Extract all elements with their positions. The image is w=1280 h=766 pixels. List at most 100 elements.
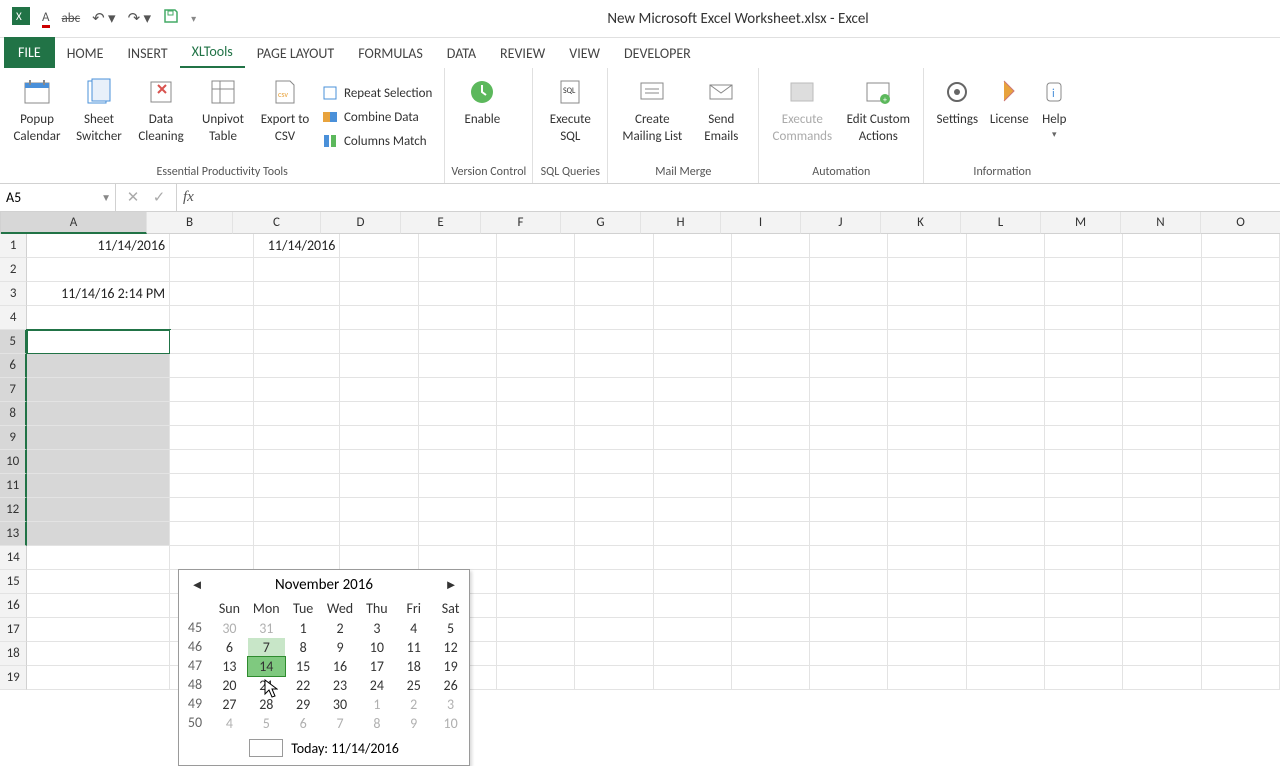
- cell-C7[interactable]: [254, 378, 340, 402]
- cell-F7[interactable]: [497, 378, 575, 402]
- cell-I6[interactable]: [732, 354, 810, 378]
- cell-L4[interactable]: [967, 306, 1045, 330]
- row-header-2[interactable]: 2: [0, 258, 27, 282]
- cell-L13[interactable]: [967, 522, 1045, 546]
- cell-L7[interactable]: [967, 378, 1045, 402]
- cell-H13[interactable]: [654, 522, 732, 546]
- cell-J18[interactable]: [810, 642, 888, 666]
- cell-D11[interactable]: [340, 474, 418, 498]
- cell-N12[interactable]: [1123, 498, 1201, 522]
- cell-A3[interactable]: 11/14/16 2:14 PM: [27, 282, 170, 306]
- save-icon[interactable]: [163, 8, 179, 29]
- row-header-12[interactable]: 12: [0, 498, 27, 522]
- cell-K2[interactable]: [888, 258, 966, 282]
- cell-H14[interactable]: [654, 546, 732, 570]
- cell-B5[interactable]: [170, 330, 254, 354]
- cell-H6[interactable]: [654, 354, 732, 378]
- cell-H16[interactable]: [654, 594, 732, 618]
- cell-I10[interactable]: [732, 450, 810, 474]
- cell-C4[interactable]: [254, 306, 340, 330]
- cell-E13[interactable]: [419, 522, 497, 546]
- cell-N10[interactable]: [1123, 450, 1201, 474]
- column-header-L[interactable]: L: [961, 212, 1041, 234]
- calendar-day[interactable]: 27: [211, 695, 248, 714]
- tab-insert[interactable]: INSERT: [116, 39, 180, 68]
- cell-K16[interactable]: [888, 594, 966, 618]
- cell-N9[interactable]: [1123, 426, 1201, 450]
- cell-I19[interactable]: [732, 666, 810, 690]
- cell-A6[interactable]: [27, 354, 170, 378]
- cell-H9[interactable]: [654, 426, 732, 450]
- row-header-5[interactable]: 5: [0, 330, 27, 354]
- cell-J5[interactable]: [810, 330, 888, 354]
- calendar-day[interactable]: 18: [395, 657, 432, 676]
- column-header-E[interactable]: E: [401, 212, 481, 234]
- cell-J6[interactable]: [810, 354, 888, 378]
- cell-H3[interactable]: [654, 282, 732, 306]
- export-csv-button[interactable]: csvExport to CSV: [254, 72, 316, 163]
- cell-F3[interactable]: [497, 282, 575, 306]
- cell-A4[interactable]: [27, 306, 170, 330]
- cell-D13[interactable]: [340, 522, 418, 546]
- cell-F16[interactable]: [497, 594, 575, 618]
- cell-D12[interactable]: [340, 498, 418, 522]
- cell-I2[interactable]: [732, 258, 810, 282]
- cell-C14[interactable]: [254, 546, 340, 570]
- row-header-8[interactable]: 8: [0, 402, 27, 426]
- cell-J2[interactable]: [810, 258, 888, 282]
- tab-data[interactable]: DATA: [435, 39, 488, 68]
- cell-L10[interactable]: [967, 450, 1045, 474]
- cell-N18[interactable]: [1123, 642, 1201, 666]
- settings-button[interactable]: Settings: [930, 72, 984, 163]
- cell-L12[interactable]: [967, 498, 1045, 522]
- cell-F11[interactable]: [497, 474, 575, 498]
- calendar-day[interactable]: 3: [358, 619, 395, 638]
- cell-M15[interactable]: [1045, 570, 1123, 594]
- undo-icon[interactable]: ↶ ▾: [92, 9, 116, 28]
- cell-N13[interactable]: [1123, 522, 1201, 546]
- calendar-day[interactable]: 1: [358, 695, 395, 714]
- cell-N17[interactable]: [1123, 618, 1201, 642]
- cell-K13[interactable]: [888, 522, 966, 546]
- cell-G13[interactable]: [575, 522, 653, 546]
- spreadsheet-grid[interactable]: ABCDEFGHIJKLMNO 111/14/201611/14/2016231…: [0, 212, 1280, 690]
- cell-A16[interactable]: [27, 594, 170, 618]
- cell-M10[interactable]: [1045, 450, 1123, 474]
- cell-O5[interactable]: [1202, 330, 1280, 354]
- row-header-18[interactable]: 18: [0, 642, 27, 666]
- cell-J8[interactable]: [810, 402, 888, 426]
- cell-D14[interactable]: [340, 546, 418, 570]
- cell-O4[interactable]: [1202, 306, 1280, 330]
- chevron-down-icon[interactable]: ▼: [101, 191, 111, 204]
- cell-L3[interactable]: [967, 282, 1045, 306]
- cell-J1[interactable]: [810, 234, 888, 258]
- cell-O2[interactable]: [1202, 258, 1280, 282]
- tab-xltools[interactable]: XLTools: [180, 37, 245, 68]
- today-box-icon[interactable]: [249, 739, 283, 757]
- cell-N6[interactable]: [1123, 354, 1201, 378]
- name-box[interactable]: A5▼: [0, 184, 116, 211]
- cell-G8[interactable]: [575, 402, 653, 426]
- calendar-day[interactable]: 3: [432, 695, 469, 714]
- calendar-day[interactable]: 31: [248, 619, 285, 638]
- edit-custom-actions-button[interactable]: +Edit Custom Actions: [839, 72, 917, 163]
- cell-L9[interactable]: [967, 426, 1045, 450]
- column-header-C[interactable]: C: [233, 212, 321, 234]
- cell-B14[interactable]: [170, 546, 254, 570]
- cell-B10[interactable]: [170, 450, 254, 474]
- cell-H18[interactable]: [654, 642, 732, 666]
- cell-O10[interactable]: [1202, 450, 1280, 474]
- cell-K12[interactable]: [888, 498, 966, 522]
- cell-N14[interactable]: [1123, 546, 1201, 570]
- cell-J13[interactable]: [810, 522, 888, 546]
- calendar-day[interactable]: 11: [395, 638, 432, 657]
- unpivot-table-button[interactable]: Unpivot Table: [192, 72, 254, 163]
- repeat-selection-button[interactable]: Repeat Selection: [320, 82, 434, 106]
- cell-E12[interactable]: [419, 498, 497, 522]
- cell-G15[interactable]: [575, 570, 653, 594]
- cell-F19[interactable]: [497, 666, 575, 690]
- calendar-day[interactable]: 16: [322, 657, 359, 676]
- calendar-day[interactable]: 2: [322, 619, 359, 638]
- cell-L11[interactable]: [967, 474, 1045, 498]
- cell-C12[interactable]: [254, 498, 340, 522]
